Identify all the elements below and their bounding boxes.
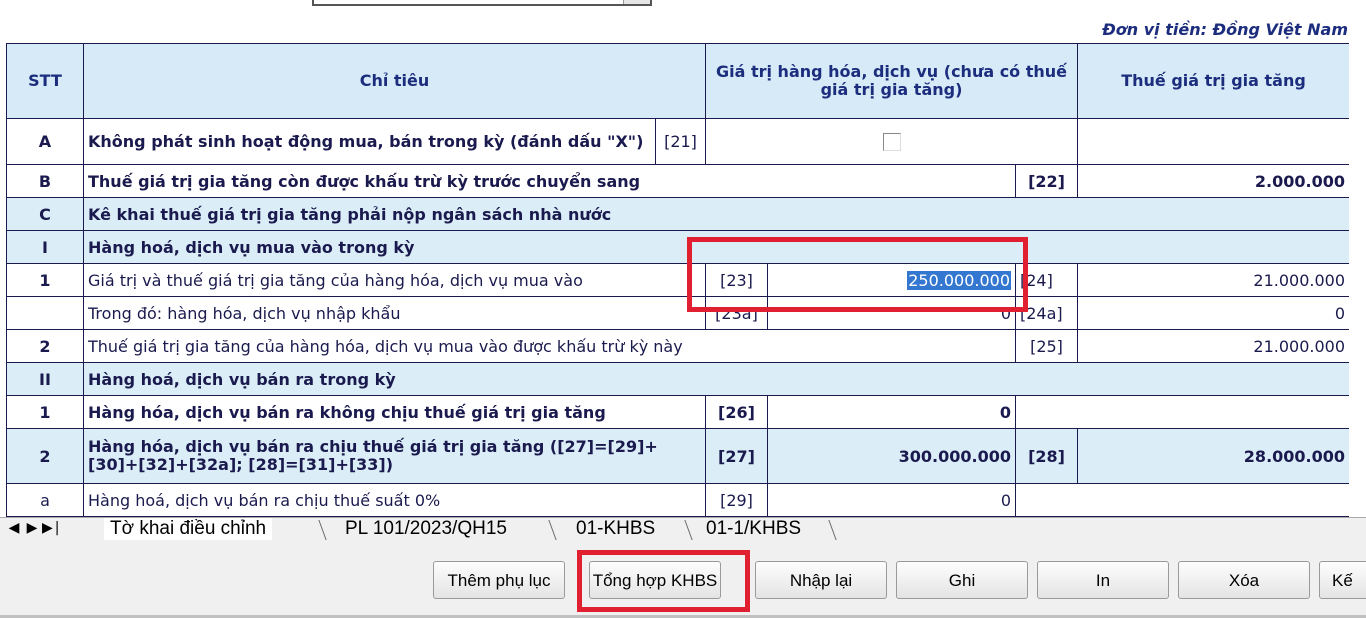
save-button[interactable]: Ghi bbox=[896, 561, 1028, 599]
row-label: Không phát sinh hoạt động mua, bán trong… bbox=[83, 118, 656, 165]
row-label: Kê khai thuế giá trị gia tăng phải nộp n… bbox=[82, 197, 1349, 231]
highlight-box-summarize bbox=[577, 550, 750, 612]
table-row: 2 Thuế giá trị gia tăng của hàng hóa, dị… bbox=[6, 329, 1349, 363]
print-button[interactable]: In bbox=[1037, 561, 1169, 599]
value-22-field[interactable]: 2.000.000 bbox=[1077, 164, 1349, 198]
sheet-nav-buttons: ◀ ▶ ▶| bbox=[6, 520, 60, 536]
row-stt: C bbox=[6, 197, 84, 231]
empty-cell bbox=[1077, 118, 1349, 165]
declaration-grid: STT Chỉ tiêu Giá trị hàng hóa, dịch vụ (… bbox=[6, 43, 1349, 517]
tab-to-khai-dieu-chinh[interactable]: Tờ khai điều chỉnh bbox=[104, 518, 273, 540]
row-stt: I bbox=[6, 230, 84, 264]
no-activity-cell bbox=[704, 118, 1079, 165]
header-thue: Thuế giá trị gia tăng bbox=[1077, 43, 1349, 119]
table-header: STT Chỉ tiêu Giá trị hàng hóa, dịch vụ (… bbox=[6, 43, 1349, 119]
close-button[interactable]: Kế bbox=[1319, 561, 1366, 599]
header-stt: STT bbox=[6, 43, 84, 119]
delete-button[interactable]: Xóa bbox=[1178, 561, 1310, 599]
row-stt: 2 bbox=[6, 428, 84, 484]
row-stt: a bbox=[6, 483, 84, 517]
row-code: [21] bbox=[655, 118, 706, 165]
row-stt: 2 bbox=[6, 329, 84, 363]
tab-pl-101[interactable]: PL 101/2023/QH15 bbox=[345, 518, 507, 540]
row-code: [26] bbox=[705, 395, 768, 429]
row-code: [27] bbox=[705, 428, 768, 484]
table-row: Trong đó: hàng hóa, dịch vụ nhập khẩu [2… bbox=[6, 296, 1349, 330]
table-row: B Thuế giá trị gia tăng còn được khấu tr… bbox=[6, 164, 1349, 198]
row-label: Giá trị và thuế giá trị gia tăng của hàn… bbox=[83, 263, 706, 297]
reset-button[interactable]: Nhập lại bbox=[755, 561, 887, 599]
tab-separator bbox=[828, 520, 837, 540]
row-code: [29] bbox=[705, 483, 768, 517]
dropdown-arrow-icon[interactable] bbox=[623, 0, 650, 4]
table-row: 1 Hàng hóa, dịch vụ bán ra không chịu th… bbox=[6, 395, 1349, 429]
value-25-field[interactable]: 21.000.000 bbox=[1077, 329, 1349, 363]
row-code: [28] bbox=[1014, 428, 1079, 484]
empty-cell bbox=[1014, 483, 1349, 517]
next-sheet-icon[interactable]: ▶ bbox=[24, 520, 42, 536]
row-stt: B bbox=[6, 164, 84, 198]
header-chi-tieu: Chỉ tiêu bbox=[83, 43, 706, 119]
sheet-tab-bar: ◀ ▶ ▶| Tờ khai điều chỉnh PL 101/2023/QH15… bbox=[0, 517, 1366, 542]
prev-sheet-icon[interactable]: ◀ bbox=[6, 520, 24, 536]
row-label: Hàng hoá, dịch vụ bán ra trong kỳ bbox=[82, 362, 1349, 396]
row-label: Hàng hoá, dịch vụ bán ra chịu thuế suất … bbox=[83, 483, 706, 517]
row-label: Thuế giá trị gia tăng của hàng hóa, dịch… bbox=[83, 329, 1016, 363]
row-stt bbox=[6, 296, 84, 330]
value-24a-field[interactable]: 0 bbox=[1077, 296, 1349, 330]
period-dropdown[interactable] bbox=[312, 0, 652, 6]
declaration-table: STT Chỉ tiêu Giá trị hàng hóa, dịch vụ (… bbox=[6, 43, 1349, 517]
add-appendix-button[interactable]: Thêm phụ lục bbox=[433, 561, 565, 599]
section-row: C Kê khai thuế giá trị gia tăng phải nộp… bbox=[6, 197, 1349, 231]
row-label: Hàng hóa, dịch vụ bán ra không chịu thuế… bbox=[83, 395, 706, 429]
tab-01-khbs[interactable]: 01-KHBS bbox=[576, 518, 655, 540]
section-row: I Hàng hoá, dịch vụ mua vào trong kỳ bbox=[6, 230, 1349, 264]
tab-separator bbox=[548, 520, 557, 540]
table-row: 2 Hàng hóa, dịch vụ bán ra chịu thuế giá… bbox=[6, 428, 1349, 484]
value-29-field[interactable]: 0 bbox=[767, 483, 1016, 517]
tab-separator bbox=[318, 520, 327, 540]
value-27-field[interactable]: 300.000.000 bbox=[767, 428, 1016, 484]
value-28-field[interactable]: 28.000.000 bbox=[1077, 428, 1349, 484]
table-row: a Hàng hoá, dịch vụ bán ra chịu thuế suấ… bbox=[6, 483, 1349, 517]
row-label: Thuế giá trị gia tăng còn được khấu trừ … bbox=[83, 164, 1016, 198]
row-stt: II bbox=[6, 362, 84, 396]
header-gia-tri: Giá trị hàng hóa, dịch vụ (chưa có thuế … bbox=[704, 43, 1079, 119]
table-row: 1 Giá trị và thuế giá trị gia tăng của h… bbox=[6, 263, 1349, 297]
table-row: A Không phát sinh hoạt động mua, bán tro… bbox=[6, 118, 1349, 165]
value-24-field[interactable]: 21.000.000 bbox=[1077, 263, 1349, 297]
tab-separator bbox=[684, 520, 693, 540]
row-stt: 1 bbox=[6, 395, 84, 429]
empty-cell bbox=[1014, 395, 1349, 429]
row-stt: 1 bbox=[6, 263, 84, 297]
highlight-box-value-23 bbox=[687, 237, 1028, 312]
currency-unit-label: Đơn vị tiền: Đồng Việt Nam bbox=[1102, 20, 1348, 39]
row-label: Trong đó: hàng hóa, dịch vụ nhập khẩu bbox=[83, 296, 706, 330]
last-sheet-icon[interactable]: ▶| bbox=[42, 520, 60, 536]
value-26-field[interactable]: 0 bbox=[767, 395, 1016, 429]
no-activity-checkbox[interactable] bbox=[882, 133, 901, 152]
section-row: II Hàng hoá, dịch vụ bán ra trong kỳ bbox=[6, 362, 1349, 396]
row-stt: A bbox=[6, 118, 84, 165]
row-code: [25] bbox=[1014, 329, 1079, 363]
row-label: Hàng hóa, dịch vụ bán ra chịu thuế giá t… bbox=[83, 428, 706, 484]
row-code: [22] bbox=[1014, 164, 1079, 198]
tab-01-1-khbs[interactable]: 01-1/KHBS bbox=[706, 518, 801, 540]
